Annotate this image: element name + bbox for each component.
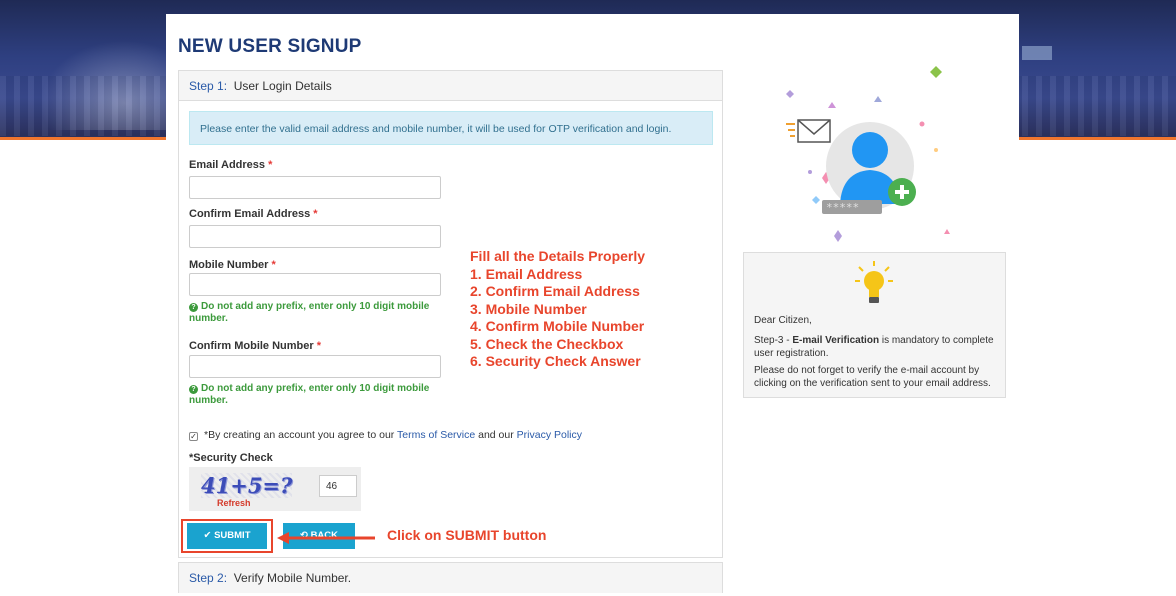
step2-section: Step 2: Verify Mobile Number. (178, 562, 723, 593)
instruction-line: Fill all the Details Properly (470, 248, 646, 264)
required-mark: * (316, 340, 322, 352)
email-verification-bold: E-mail Verification (792, 335, 880, 346)
step3-prefix: Step-3 - (754, 335, 793, 346)
diamond-icon (786, 90, 794, 98)
citizen-verify-reminder: Please do not forget to verify the e-mai… (754, 365, 991, 389)
security-check-label: *Security Check (189, 452, 273, 464)
instruction-line: 1. Email Address (470, 265, 583, 282)
security-check-label-text: *Security Check (189, 452, 273, 464)
required-mark: * (268, 159, 273, 171)
terms-middle: and our (475, 429, 517, 441)
triangle-icon (874, 96, 882, 102)
required-mark: * (271, 259, 276, 271)
instruction-line: 4. Confirm Mobile Number (470, 318, 645, 334)
confirm-mobile-hint: ? Do not add any prefix, enter only 10 di… (189, 383, 449, 407)
instructions-annotation: Fill all the Details Properly 1. Email A… (470, 248, 710, 371)
instruction-line: 2. Confirm Email Address (470, 283, 640, 299)
mobile-label-text: Mobile Number (189, 259, 269, 271)
captcha-image: 41+5=? (201, 473, 293, 498)
email-label-text: Email Address (189, 159, 266, 171)
confirm-mobile-field[interactable] (189, 355, 441, 378)
diamond-icon (930, 66, 942, 78)
citizen-step3-note: Step-3 - E-mail Verification is mandator… (754, 335, 999, 360)
triangle-icon (828, 102, 836, 108)
citizen-note-panel: Dear Citizen, Step-3 - E-mail Verificati… (743, 252, 1006, 398)
question-icon: ? (189, 303, 198, 312)
citizen-greeting: Dear Citizen, (754, 315, 812, 326)
captcha-box: 41+5=? Refresh 46 (189, 467, 361, 511)
email-field[interactable] (189, 176, 441, 199)
step1-number: Step 1: (189, 79, 228, 93)
signup-panel: NEW USER SIGNUP Step 1: User Login Detai… (166, 14, 1019, 596)
envelope-icon (786, 119, 831, 143)
submit-highlight-box (181, 519, 273, 553)
instruction-line: 5. Check the Checkbox (470, 335, 624, 352)
step2-header[interactable]: Step 2: Verify Mobile Number. (179, 563, 722, 593)
confirm-mobile-hint-text: Do not add any prefix, enter only 10 dig… (189, 383, 430, 406)
new-user-illustration: ***** (786, 66, 950, 242)
confirm-email-label-text: Confirm Email Address (189, 208, 311, 220)
mobile-hint: ? Do not add any prefix, enter only 10 di… (189, 301, 449, 325)
annotation-arrow-icon (277, 532, 375, 544)
captcha-refresh-link[interactable]: Refresh (217, 498, 251, 508)
page-title: NEW USER SIGNUP (178, 36, 362, 57)
terms-checkbox[interactable]: ✓ (189, 432, 198, 441)
privacy-policy-link[interactable]: Privacy Policy (517, 429, 582, 441)
confirm-mobile-label-text: Confirm Mobile Number (189, 340, 314, 352)
lightbulb-icon (855, 261, 893, 303)
step2-title: Verify Mobile Number. (233, 571, 352, 585)
info-alert: Please enter the valid email address and… (189, 111, 713, 145)
mobile-label: Mobile Number * (189, 259, 276, 271)
email-label: Email Address * (189, 159, 272, 171)
required-mark: * (313, 208, 318, 220)
captcha-answer-input[interactable]: 46 (319, 475, 357, 497)
question-icon: ? (189, 385, 198, 394)
terms-agreement: ✓ *By creating an account you agree to ou… (189, 429, 582, 441)
step1-header[interactable]: Step 1: User Login Details (179, 71, 722, 101)
instruction-line: 6. Security Check Answer (470, 353, 641, 369)
step1-section: Step 1: User Login Details Please enter … (178, 70, 723, 558)
terms-prefix: *By creating an account you agree to our (204, 429, 398, 441)
confirm-mobile-label: Confirm Mobile Number * (189, 340, 321, 352)
click-submit-annotation: Click on SUBMIT button (387, 527, 547, 543)
mobile-field[interactable] (189, 273, 441, 296)
step2-number: Step 2: (189, 571, 228, 585)
terms-of-service-link[interactable]: Terms of Service (397, 429, 475, 441)
step1-title: User Login Details (233, 79, 332, 93)
banner-sign (1022, 46, 1052, 60)
confirm-email-field[interactable] (189, 225, 441, 248)
confirm-email-label: Confirm Email Address * (189, 208, 318, 220)
instruction-line: 3. Mobile Number (470, 300, 587, 317)
mobile-hint-text: Do not add any prefix, enter only 10 dig… (189, 301, 430, 324)
password-mask: ***** (826, 201, 859, 214)
